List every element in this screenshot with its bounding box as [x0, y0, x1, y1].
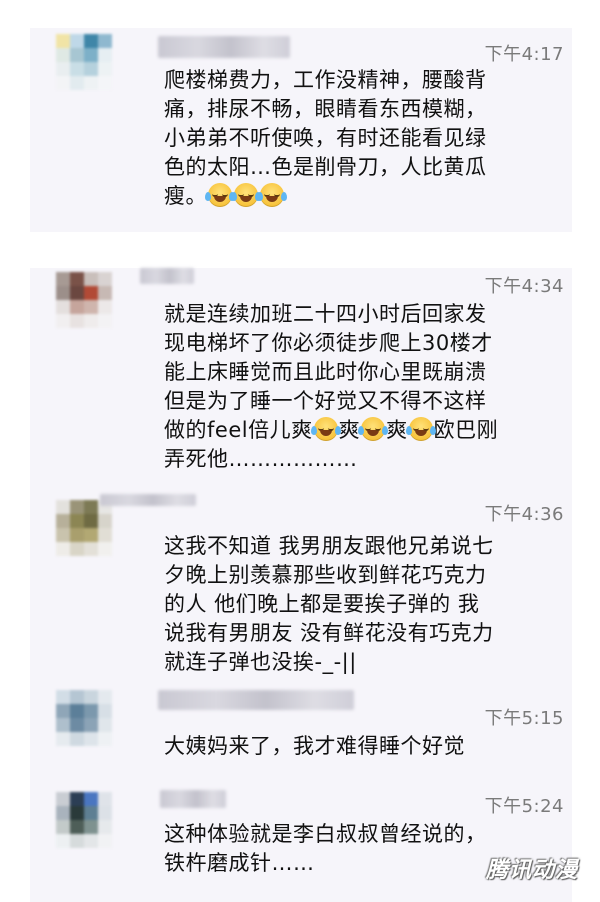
avatar[interactable]: [56, 690, 112, 746]
tears-of-joy-emoji-icon: [205, 183, 235, 207]
message-line-text: 做的feel倍儿爽: [164, 418, 313, 442]
avatar[interactable]: [56, 272, 112, 328]
message-line-text: 欧巴刚: [433, 418, 499, 442]
username-blurred[interactable]: [158, 690, 354, 710]
message-line: 爬楼梯费力，工作没精神，腰酸背: [164, 68, 487, 92]
message-line: 痛，排尿不畅，眼睛看东西模糊，: [164, 97, 487, 121]
tencent-comic-watermark: 腾讯动漫: [485, 858, 578, 883]
message-line: 这种体验就是李白叔叔曾经说的，: [164, 822, 487, 846]
timestamp: 下午5:15: [484, 708, 564, 729]
message-line: 这我不知道 我男朋友跟他兄弟说七: [164, 534, 494, 558]
message-text: 大姨妈来了，我才难得睡个好觉: [164, 732, 554, 761]
message-line: 就是连续加班二十四小时后回家发: [164, 302, 487, 326]
message-line: 小弟弟不听使唤，有时还能看见绿: [164, 126, 487, 150]
username-blurred[interactable]: [160, 790, 226, 808]
message-line: 色的太阳…色是削骨刀，人比黄瓜: [164, 155, 487, 179]
message-line: 大姨妈来了，我才难得睡个好觉: [164, 734, 465, 758]
avatar[interactable]: [56, 34, 112, 90]
tears-of-joy-emoji-icon: [405, 417, 436, 441]
message-line: 夕晚上别羡慕那些收到鲜花巧克力: [164, 563, 487, 587]
message-line: 瘦。: [164, 182, 554, 211]
message-line-text: 爽: [386, 418, 408, 442]
timestamp: 下午4:34: [484, 276, 564, 297]
timestamp: 下午4:36: [484, 504, 564, 525]
tears-of-joy-emoji-icon: [358, 417, 389, 441]
message-line: 就连子弹也没挨-_-||: [164, 650, 357, 674]
message-line-text: 瘦。: [164, 184, 207, 208]
message-text: 就是连续加班二十四小时后回家发 现电梯坏了你必须徒步爬上30楼才 能上床睡觉而且…: [164, 300, 554, 474]
message-line: 现电梯坏了你必须徒步爬上30楼才: [164, 331, 493, 355]
message-line: 说我有男朋友 没有鲜花没有巧克力: [164, 621, 494, 645]
avatar[interactable]: [56, 500, 112, 556]
timestamp: 下午5:24: [484, 796, 564, 817]
message-line-text: 爽: [338, 418, 361, 442]
tears-of-joy-emoji-icon: [310, 417, 341, 441]
message-line: 弄死他………………: [164, 447, 358, 471]
message-line: 做的feel倍儿爽 爽 爽 欧巴刚: [164, 416, 554, 445]
username-blurred[interactable]: [140, 268, 194, 284]
username-blurred[interactable]: [100, 494, 196, 506]
tears-of-joy-emoji-icon: [257, 183, 287, 207]
message-line: 能上床睡觉而且此时你心里既崩溃: [164, 360, 487, 384]
message-text: 这我不知道 我男朋友跟他兄弟说七 夕晚上别羡慕那些收到鲜花巧克力 的人 他们晚上…: [164, 532, 554, 677]
message-line: 的人 他们晚上都是要挨子弹的 我: [164, 592, 480, 616]
username-blurred[interactable]: [158, 36, 290, 58]
message-text: 爬楼梯费力，工作没精神，腰酸背 痛，排尿不畅，眼睛看东西模糊， 小弟弟不听使唤，…: [164, 66, 554, 211]
avatar[interactable]: [56, 792, 112, 848]
tears-of-joy-emoji-icon: [231, 183, 261, 207]
comment-feed: 下午4:17 爬楼梯费力，工作没精神，腰酸背 痛，排尿不畅，眼睛看东西模糊， 小…: [0, 0, 600, 902]
timestamp: 下午4:17: [484, 44, 564, 65]
message-line: 但是为了睡一个好觉又不得不这样: [164, 389, 487, 413]
